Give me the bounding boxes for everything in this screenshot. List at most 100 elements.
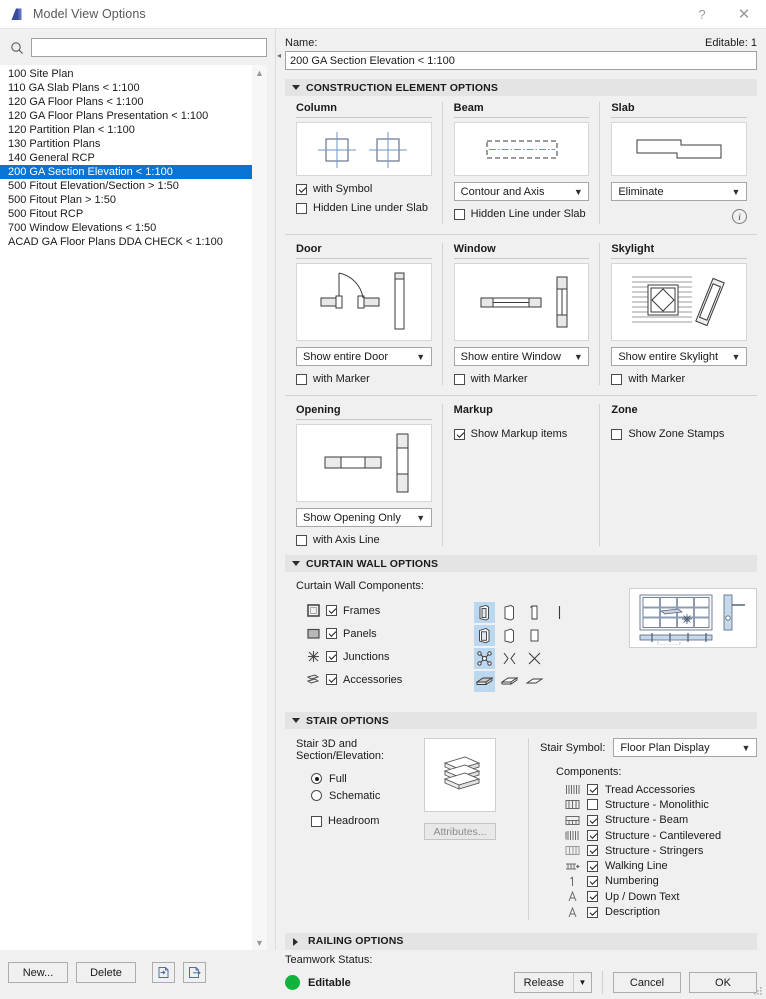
stair-component-row[interactable]: Structure - Stringers [564, 843, 757, 858]
list-item[interactable]: 140 General RCP [0, 151, 252, 165]
skylight-display-select[interactable]: Show entire Skylight ▼ [611, 347, 748, 366]
slab-display-select[interactable]: Eliminate ▼ [611, 182, 748, 201]
junction-variant-2[interactable] [524, 648, 545, 669]
column-with-symbol-checkbox[interactable] [296, 183, 307, 195]
list-item[interactable]: 130 Partition Plans [0, 137, 252, 151]
stair-full-row[interactable]: Full [311, 770, 418, 787]
list-item[interactable]: 500 Fitout Plan > 1:50 [0, 193, 252, 207]
help-button[interactable]: ? [682, 0, 722, 29]
stair-component-row[interactable]: Structure - Beam [564, 813, 757, 828]
panels-checkbox[interactable] [326, 628, 337, 639]
accessory-variant-0[interactable] [473, 671, 495, 692]
delete-button[interactable]: Delete [76, 962, 136, 983]
stair-component-row[interactable]: Tread Accessories [564, 782, 757, 797]
stair-component-row[interactable]: Up / Down Text [564, 889, 757, 904]
opening-display-select[interactable]: Show Opening Only ▼ [296, 508, 432, 527]
beam-display-select[interactable]: Contour and Axis ▼ [453, 182, 590, 201]
chevron-down-icon[interactable]: ▼ [573, 973, 591, 992]
frame-variant-3[interactable] [549, 602, 570, 623]
list-item[interactable]: 100 Site Plan [0, 67, 252, 81]
stair-component-checkbox[interactable] [587, 830, 598, 842]
cw-row-panels[interactable]: Panels [296, 622, 474, 645]
stair-symbol-select[interactable]: Floor Plan Display ▼ [613, 738, 757, 757]
column-with-symbol-row[interactable]: with Symbol [296, 183, 432, 195]
stair-headroom-checkbox[interactable] [311, 815, 322, 827]
column-hidden-line-checkbox[interactable] [296, 202, 307, 214]
door-display-select[interactable]: Show entire Door ▼ [296, 347, 432, 366]
section-stair-options[interactable]: STAIR OPTIONS [285, 712, 757, 729]
panel-splitter[interactable]: ◂ [276, 29, 285, 950]
markup-show-items-row[interactable]: Show Markup items [453, 428, 590, 440]
skylight-with-marker-row[interactable]: with Marker [611, 373, 747, 385]
cw-row-frames[interactable]: Frames [296, 599, 474, 622]
stair-component-row[interactable]: Numbering [564, 874, 757, 889]
stair-component-row[interactable]: Structure - Cantilevered [564, 828, 757, 843]
beam-hidden-line-row[interactable]: Hidden Line under Slab [453, 208, 590, 220]
new-button[interactable]: New... [8, 962, 68, 983]
stair-component-checkbox[interactable] [587, 799, 598, 811]
frame-variant-0[interactable] [473, 602, 495, 623]
opening-with-axis-checkbox[interactable] [296, 534, 307, 546]
door-with-marker-checkbox[interactable] [296, 373, 307, 385]
stair-component-checkbox[interactable] [587, 784, 598, 796]
stair-schematic-row[interactable]: Schematic [311, 787, 418, 804]
stair-schematic-radio[interactable] [311, 790, 322, 801]
frame-variant-2[interactable] [524, 602, 545, 623]
markup-show-items-checkbox[interactable] [453, 428, 465, 440]
window-with-marker-checkbox[interactable] [453, 373, 465, 385]
collapsed-section-header[interactable]: RAILING OPTIONS [285, 932, 757, 950]
junction-variant-1[interactable] [499, 648, 520, 669]
view-options-list[interactable]: 100 Site Plan 110 GA Slab Plans < 1:100 12… [0, 65, 252, 950]
list-scrollbar[interactable]: ▲ ▼ [252, 65, 267, 950]
list-item[interactable]: ACAD GA Floor Plans DDA CHECK < 1:100 [0, 235, 252, 249]
list-item[interactable]: 500 Fitout Elevation/Section > 1:50 [0, 179, 252, 193]
window-with-marker-row[interactable]: with Marker [453, 373, 590, 385]
stair-full-radio[interactable] [311, 773, 322, 784]
list-item[interactable]: 120 Partition Plan < 1:100 [0, 123, 252, 137]
stair-component-checkbox[interactable] [587, 845, 598, 857]
search-input[interactable] [31, 38, 267, 57]
beam-hidden-line-checkbox[interactable] [453, 208, 465, 220]
frames-checkbox[interactable] [326, 605, 337, 616]
accessory-variant-2[interactable] [524, 671, 545, 692]
junctions-checkbox[interactable] [326, 651, 337, 662]
accessory-variant-1[interactable] [499, 671, 520, 692]
stair-component-row[interactable]: Walking Line [564, 858, 757, 873]
attributes-button[interactable]: Attributes... [424, 823, 496, 840]
accessories-checkbox[interactable] [326, 674, 337, 685]
stair-headroom-row[interactable]: Headroom [311, 815, 418, 827]
zone-show-stamps-row[interactable]: Show Zone Stamps [611, 428, 747, 440]
list-item[interactable]: 200 GA Section Elevation < 1:100 [0, 165, 252, 179]
list-item[interactable]: 500 Fitout RCP [0, 207, 252, 221]
ok-button[interactable]: OK [689, 972, 757, 993]
stair-component-checkbox[interactable] [587, 891, 598, 903]
info-icon[interactable]: i [732, 209, 748, 224]
export-icon[interactable] [183, 962, 206, 983]
window-display-select[interactable]: Show entire Window ▼ [453, 347, 590, 366]
splitter-collapse-icon[interactable]: ◂ [277, 51, 281, 60]
section-construction-element-options[interactable]: CONSTRUCTION ELEMENT OPTIONS [285, 79, 757, 96]
stair-component-row[interactable]: Description [564, 904, 757, 919]
stair-component-checkbox[interactable] [587, 875, 598, 887]
list-item[interactable]: 700 Window Elevations < 1:50 [0, 221, 252, 235]
panel-variant-1[interactable] [499, 625, 520, 646]
list-item[interactable]: 120 GA Floor Plans < 1:100 [0, 95, 252, 109]
name-input[interactable] [285, 51, 757, 70]
section-curtain-wall-options[interactable]: CURTAIN WALL OPTIONS [285, 555, 757, 572]
junction-variant-0[interactable] [473, 648, 495, 669]
column-hidden-line-row[interactable]: Hidden Line under Slab [296, 202, 432, 214]
list-item[interactable]: 120 GA Floor Plans Presentation < 1:100 [0, 109, 252, 123]
panel-variant-2[interactable] [524, 625, 545, 646]
stair-component-checkbox[interactable] [587, 814, 598, 826]
import-icon[interactable] [152, 962, 175, 983]
scroll-down-icon[interactable]: ▼ [252, 935, 267, 950]
cancel-button[interactable]: Cancel [613, 972, 681, 993]
opening-with-axis-row[interactable]: with Axis Line [296, 534, 432, 546]
stair-component-row[interactable]: Structure - Monolithic [564, 797, 757, 812]
release-button[interactable]: Release ▼ [513, 972, 592, 993]
stair-component-checkbox[interactable] [587, 906, 598, 918]
zone-show-stamps-checkbox[interactable] [611, 428, 623, 440]
panel-variant-0[interactable] [473, 625, 495, 646]
list-item[interactable]: 110 GA Slab Plans < 1:100 [0, 81, 252, 95]
close-icon[interactable]: ✕ [722, 0, 766, 29]
